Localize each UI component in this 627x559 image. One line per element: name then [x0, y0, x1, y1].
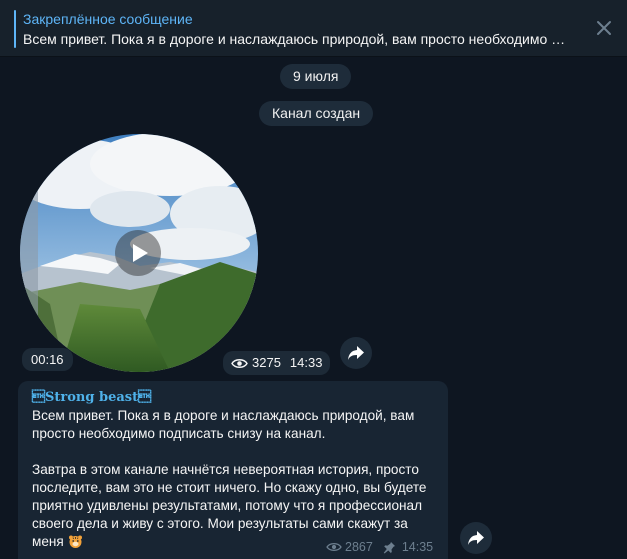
share-button[interactable]: [340, 337, 372, 369]
video-views: 3275: [252, 355, 281, 370]
author-name[interactable]: Strong beast: [32, 390, 151, 405]
message-text: Всем привет. Пока я в дороге и наслаждаю…: [32, 407, 437, 551]
play-button[interactable]: [115, 230, 161, 276]
date-separator: 9 июля: [280, 64, 352, 89]
play-icon: [133, 244, 148, 262]
channel-created-notice: Канал создан: [259, 101, 374, 126]
video-duration: 00:16: [22, 348, 73, 371]
pinned-message-bar[interactable]: Закреплённое сообщение Всем привет. Пока…: [0, 0, 627, 57]
pinned-text: Всем привет. Пока я в дороге и наслаждаю…: [23, 31, 568, 47]
chat-window: Закреплённое сообщение Всем привет. Пока…: [0, 0, 627, 559]
share-button[interactable]: [460, 522, 492, 554]
pinned-title: Закреплённое сообщение: [23, 11, 193, 27]
message-meta: 2867 14:35: [326, 540, 433, 554]
message-paragraph: Завтра в этом канале начнётся невероятна…: [32, 461, 437, 551]
message-paragraph: Всем привет. Пока я в дороге и наслаждаю…: [32, 408, 415, 441]
pinned-accent-bar: [14, 10, 16, 48]
message-time: 14:35: [401, 540, 434, 554]
eye-icon: [326, 542, 342, 552]
video-meta: 3275 14:33: [223, 351, 331, 375]
message-views: 2867: [345, 540, 373, 554]
round-video-message[interactable]: [20, 134, 258, 372]
tiger-emoji: [68, 535, 82, 548]
share-arrow-icon: [468, 531, 484, 545]
video-time: 14:33: [289, 355, 323, 370]
message-bubble[interactable]: Strong beast Всем привет. Пока я в дор…: [18, 381, 448, 559]
pin-icon: [383, 541, 395, 553]
message-paragraph-text: Завтра в этом канале начнётся невероятна…: [32, 462, 427, 549]
eye-icon: [231, 358, 248, 368]
close-icon[interactable]: [593, 17, 615, 39]
share-arrow-icon: [348, 346, 364, 360]
